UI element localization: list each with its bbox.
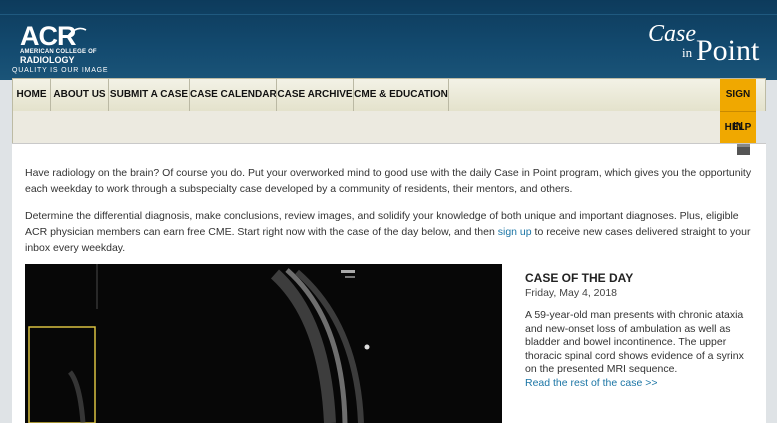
nav-lower-band — [12, 111, 720, 143]
case-date: Friday, May 4, 2018 — [525, 287, 618, 299]
nav-home[interactable]: HOME — [13, 79, 50, 111]
nav-case-calendar[interactable]: CASE CALENDAR — [190, 79, 277, 111]
site-header: ACR AMERICAN COLLEGE OF RADIOLOGY QUALIT… — [0, 0, 777, 80]
sign-up-link[interactable]: sign up — [498, 226, 532, 238]
nav-submit-a-case[interactable]: SUBMIT A CASE — [109, 79, 189, 111]
nav-cme-education[interactable]: CME & EDUCATION — [354, 79, 448, 111]
brand-point: Point — [696, 34, 760, 67]
nav-case-archive[interactable]: CASE ARCHIVE — [277, 79, 353, 111]
read-more-link[interactable]: Read the rest of the case >> — [525, 377, 658, 389]
nav-about-us[interactable]: ABOUT US — [51, 79, 108, 111]
acr-logo-radiology: RADIOLOGY — [20, 55, 75, 65]
scroll-handle[interactable] — [737, 144, 750, 155]
nav-separator — [448, 79, 449, 111]
account-menu: SIGN IN HELP — [720, 79, 756, 143]
case-of-the-day-title: CASE OF THE DAY — [525, 271, 634, 285]
tagline: QUALITY IS OUR IMAGE — [12, 67, 109, 74]
acr-logo-text: ACR — [20, 21, 77, 51]
case-image[interactable] — [25, 264, 502, 423]
intro-paragraph-1: Have radiology on the brain? Of course y… — [25, 167, 752, 195]
content-top-border — [12, 143, 766, 144]
brand-case: Case — [648, 21, 696, 47]
intro-paragraph-2: Determine the differential diagnosis, ma… — [25, 208, 760, 256]
acr-logo[interactable]: ACR AMERICAN COLLEGE OF RADIOLOGY — [20, 21, 102, 65]
brand-in: in — [682, 45, 693, 60]
acr-swoosh-icon — [67, 27, 87, 37]
help-button[interactable]: HELP — [720, 112, 756, 144]
mri-scan-image — [25, 264, 502, 423]
case-description: A 59-year-old man presents with chronic … — [525, 309, 744, 375]
header-divider — [0, 14, 777, 15]
main-nav: HOME ABOUT US SUBMIT A CASE CASE CALENDA… — [12, 78, 766, 111]
sign-in-button[interactable]: SIGN IN — [720, 79, 756, 132]
